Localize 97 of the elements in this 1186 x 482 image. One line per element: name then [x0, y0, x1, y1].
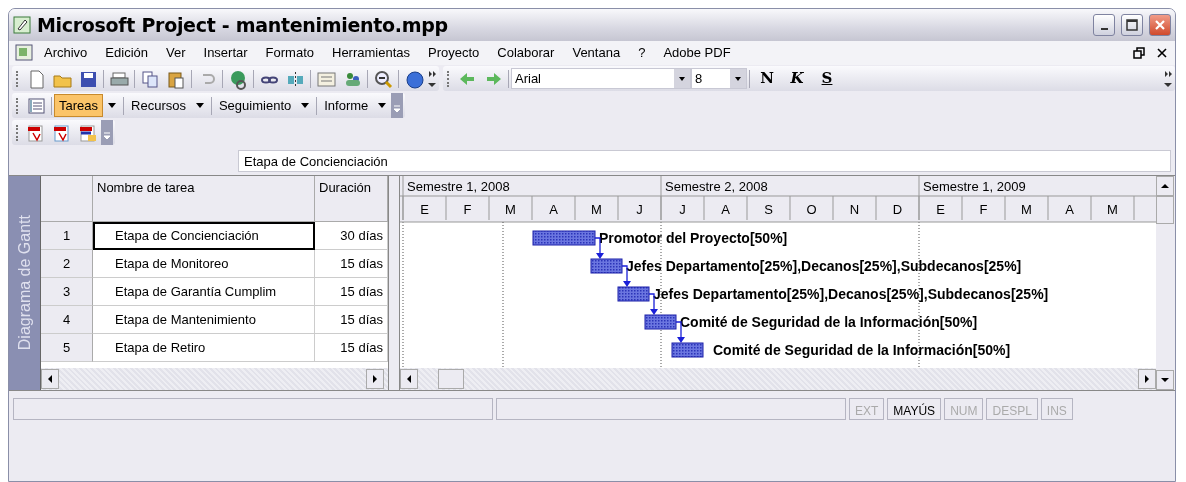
- resource-label: Jefes Departamento[25%],Decanos[25%],Subdecanos[25%]: [653, 286, 1049, 302]
- table-cell[interactable]: Etapa de Garantía Cumplim: [93, 278, 315, 306]
- month-label: E: [936, 202, 945, 217]
- vertical-scrollbar[interactable]: [1156, 176, 1175, 390]
- row-header[interactable]: 3: [41, 278, 93, 306]
- task-bar[interactable]: [590, 258, 623, 274]
- month-label: N: [849, 202, 860, 217]
- close-icon: [1154, 19, 1166, 31]
- menu-item[interactable]: Proyecto: [419, 43, 489, 63]
- arrow-left-icon: [47, 375, 53, 383]
- row-header[interactable]: 5: [41, 334, 93, 362]
- status-indicator: DESPL: [986, 398, 1038, 420]
- month-label: M: [591, 202, 602, 217]
- menu-item[interactable]: Adobe PDF: [654, 43, 740, 63]
- scroll-right-button[interactable]: [366, 369, 384, 389]
- scroll-left-button[interactable]: [400, 369, 418, 389]
- task-bar[interactable]: [617, 286, 650, 302]
- menu-item[interactable]: Insertar: [194, 43, 257, 63]
- resource-label: Jefes Departamento[25%],Decanos[25%],Subdecanos[25%]: [626, 258, 1022, 274]
- menu-item[interactable]: Ventana: [563, 43, 630, 63]
- status-indicator: INS: [1040, 398, 1073, 420]
- close-icon[interactable]: [1157, 48, 1167, 58]
- close-button[interactable]: [1149, 14, 1171, 36]
- task-bar[interactable]: [532, 230, 596, 246]
- task-bar[interactable]: [671, 342, 704, 358]
- view-bar-label: Diagrama de Gantt: [14, 215, 34, 351]
- menu-item[interactable]: Ver: [157, 43, 195, 63]
- underline-button[interactable]: S: [812, 67, 842, 90]
- timescale-label: Semestre 1, 2008: [407, 179, 510, 194]
- month-label: S: [764, 202, 773, 217]
- arrow-up-icon: [1161, 183, 1169, 189]
- arrow-right-icon: [372, 375, 378, 383]
- month-label: D: [892, 202, 903, 217]
- entry-field[interactable]: Etapa de Concienciación: [238, 150, 1171, 172]
- status-indicator: EXT: [849, 398, 885, 420]
- app-icon: [13, 16, 31, 34]
- arrow-left-icon: [406, 375, 412, 383]
- status-indicator: MAYÚS: [887, 398, 942, 420]
- menu-item[interactable]: Herramientas: [323, 43, 420, 63]
- table-cell[interactable]: Etapa de Retiro: [93, 334, 315, 362]
- month-label: A: [721, 202, 730, 217]
- resource-label: Comité de Seguridad de la Información[50%]: [713, 342, 1011, 358]
- status-indicator: NUM: [944, 398, 984, 420]
- scroll-right-button[interactable]: [1138, 369, 1156, 389]
- bold-button[interactable]: N: [752, 67, 782, 90]
- scroll-left-button[interactable]: [41, 369, 59, 389]
- horizontal-scrollbar[interactable]: [41, 368, 388, 390]
- menu-item[interactable]: Colaborar: [488, 43, 564, 63]
- italic-button[interactable]: K: [782, 67, 812, 90]
- month-label: E: [420, 202, 429, 217]
- view-button[interactable]: Tareas: [54, 93, 104, 118]
- timescale-label: Semestre 2, 2008: [665, 179, 768, 194]
- menu-item[interactable]: Archivo: [35, 43, 97, 63]
- month-label: M: [1021, 202, 1032, 217]
- month-label: J: [636, 202, 643, 217]
- view-button[interactable]: Recursos: [126, 93, 191, 118]
- menu-item[interactable]: ?: [629, 43, 655, 63]
- row-header[interactable]: 2: [41, 250, 93, 278]
- month-label: A: [549, 202, 558, 217]
- minimize-icon: [1100, 28, 1108, 30]
- resource-label: Comité de Seguridad de la Información[50%]: [680, 314, 978, 330]
- arrow-right-icon: [1144, 375, 1150, 383]
- view-button[interactable]: Seguimiento: [213, 93, 297, 118]
- table-cell[interactable]: Etapa de Concienciación: [93, 222, 315, 250]
- arrow-down-icon: [1161, 377, 1169, 383]
- scroll-down-button[interactable]: [1156, 370, 1174, 390]
- view-button[interactable]: Informe: [319, 93, 374, 118]
- window-title: Microsoft Project - mantenimiento.mpp: [37, 12, 448, 38]
- timescale-label: Semestre 1, 2009: [923, 179, 1026, 194]
- column-header[interactable]: Duración: [315, 176, 388, 222]
- scroll-thumb[interactable]: [1156, 196, 1174, 224]
- maximize-button[interactable]: [1121, 14, 1143, 36]
- month-label: A: [1065, 202, 1074, 217]
- month-label: J: [679, 202, 686, 217]
- menu-item[interactable]: Edición: [96, 43, 157, 63]
- document-icon[interactable]: [13, 43, 35, 63]
- menu-item[interactable]: Formato: [256, 43, 323, 63]
- table-cell[interactable]: Etapa de Monitoreo: [93, 250, 315, 278]
- table-cell[interactable]: Etapa de Mantenimiento: [93, 306, 315, 334]
- column-header[interactable]: Nombre de tarea: [93, 176, 315, 222]
- month-label: F: [979, 202, 988, 217]
- horizontal-scrollbar[interactable]: [400, 368, 1156, 390]
- month-label: F: [463, 202, 472, 217]
- font-select[interactable]: Arial: [511, 68, 691, 89]
- row-header[interactable]: 1: [41, 222, 93, 250]
- row-header[interactable]: 4: [41, 306, 93, 334]
- resource-label: Promotor del Proyecto[50%]: [599, 230, 788, 246]
- restore-icon[interactable]: [1133, 47, 1145, 59]
- maximize-icon: [1126, 19, 1138, 31]
- font-size-select[interactable]: 8: [691, 68, 747, 89]
- month-label: M: [505, 202, 516, 217]
- minimize-button[interactable]: [1093, 14, 1115, 36]
- scroll-up-button[interactable]: [1156, 176, 1174, 196]
- month-label: O: [806, 202, 817, 217]
- scroll-thumb[interactable]: [438, 369, 464, 389]
- task-bar[interactable]: [644, 314, 677, 330]
- month-label: M: [1107, 202, 1118, 217]
